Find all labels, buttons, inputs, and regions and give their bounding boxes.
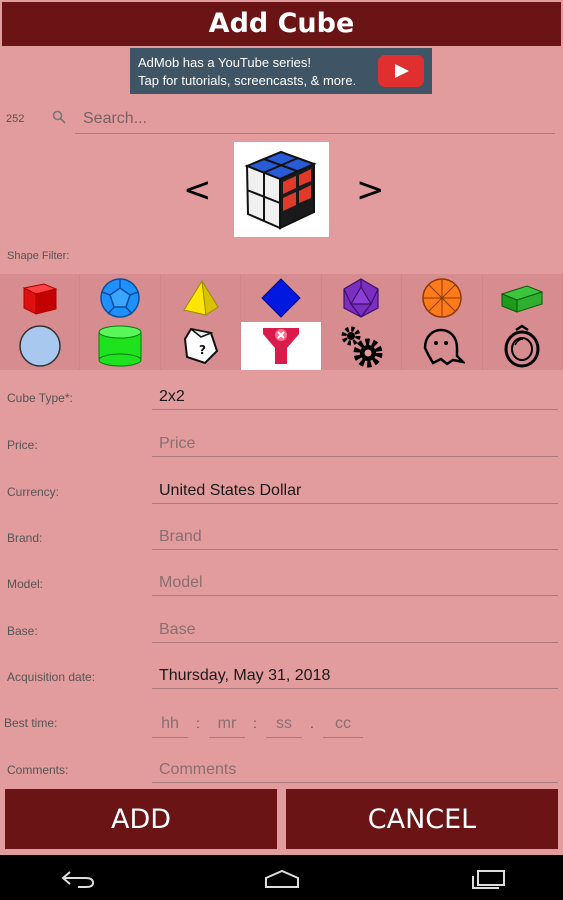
next-cube-button[interactable]: > <box>356 170 385 210</box>
best-time-centiseconds-field[interactable]: cc <box>323 713 363 738</box>
back-icon[interactable] <box>60 869 96 889</box>
2x2-cube-icon <box>244 150 317 230</box>
dodecahedron-blue-icon <box>100 278 140 318</box>
currency-field[interactable]: United States Dollar <box>152 478 558 504</box>
best-time-sep-1: : <box>196 715 200 731</box>
ball-orange-icon <box>422 278 462 318</box>
search-icon <box>52 110 66 124</box>
irregular-puzzle-icon: ? <box>183 327 218 365</box>
octahedron-blue-icon <box>261 278 301 318</box>
gears-icon <box>341 326 383 368</box>
model-label: Model: <box>7 577 44 591</box>
shape-filter-ghost[interactable] <box>402 322 483 370</box>
shape-filter-sphere[interactable] <box>0 322 81 370</box>
shape-filter-irregular[interactable]: ? <box>161 322 242 370</box>
prev-cube-button[interactable]: < <box>183 170 212 210</box>
cube-type-field[interactable]: 2x2 <box>152 384 558 410</box>
ring-icon <box>504 324 540 368</box>
best-time-minutes-field[interactable]: mr <box>209 713 245 738</box>
brand-label: Brand: <box>7 531 43 545</box>
shape-filter-gears[interactable] <box>322 322 403 370</box>
home-icon[interactable] <box>263 869 301 889</box>
tetrahedron-yellow-icon <box>182 279 219 316</box>
cube-count: 252 <box>6 113 25 125</box>
shape-filter-label: Shape Filter: <box>7 250 70 262</box>
best-time-hours-field[interactable]: hh <box>152 713 188 738</box>
cube-type-label: Cube Type*: <box>7 391 73 405</box>
recent-apps-icon[interactable] <box>470 869 506 889</box>
ghost-icon <box>423 328 465 366</box>
currency-label: Currency: <box>7 485 60 499</box>
best-time-seconds-field[interactable]: ss <box>266 713 302 738</box>
add-button[interactable]: ADD <box>5 789 277 849</box>
shape-filter-megaminx-axis[interactable] <box>241 322 322 370</box>
cube-red-icon <box>22 283 58 315</box>
cylinder-green-icon <box>98 325 142 367</box>
cuboid-green-icon <box>500 285 544 313</box>
ad-line-2: Tap for tutorials, screencasts, & more. <box>138 73 357 88</box>
shape-filter-cube[interactable] <box>0 274 81 322</box>
shape-filter-octahedron[interactable] <box>241 274 322 322</box>
price-label: Price: <box>7 438 38 452</box>
shape-filter-tetrahedron[interactable] <box>161 274 242 322</box>
base-field[interactable]: Base <box>152 617 558 643</box>
best-time-sep-3: . <box>310 715 314 731</box>
ad-banner[interactable]: AdMob has a YouTube series! Tap for tuto… <box>130 48 432 94</box>
cube-image[interactable] <box>234 142 329 237</box>
acquisition-date-field[interactable]: Thursday, May 31, 2018 <box>152 663 558 689</box>
base-label: Base: <box>7 624 38 638</box>
shape-filter-icosahedron[interactable] <box>322 274 403 322</box>
acquisition-date-label: Acquisition date: <box>7 670 96 684</box>
shape-filter-cylinder[interactable] <box>80 322 161 370</box>
youtube-play-icon[interactable] <box>378 55 424 87</box>
cancel-button[interactable]: CANCEL <box>286 789 558 849</box>
comments-field[interactable]: Comments <box>152 757 558 783</box>
best-time-sep-2: : <box>253 715 257 731</box>
model-field[interactable]: Model <box>152 570 558 596</box>
brand-field[interactable]: Brand <box>152 524 558 550</box>
svg-text:?: ? <box>199 343 206 357</box>
ad-line-1: AdMob has a YouTube series! <box>138 55 311 70</box>
price-field[interactable]: Price <box>152 431 558 457</box>
megaminx-axis-icon <box>262 328 299 364</box>
comments-label: Comments: <box>7 763 69 777</box>
best-time-label: Best time: <box>4 716 58 730</box>
icosahedron-purple-icon <box>343 278 379 318</box>
shape-filter-ball[interactable] <box>402 274 483 322</box>
shape-filter-ring[interactable] <box>483 322 563 370</box>
shape-filter-cuboid[interactable] <box>483 274 563 322</box>
page-title: Add Cube <box>2 2 561 46</box>
shape-filter-grid: ? <box>0 274 563 370</box>
search-input[interactable]: Search... <box>75 106 555 134</box>
sphere-blue-icon <box>18 325 61 367</box>
shape-filter-dodecahedron[interactable] <box>80 274 161 322</box>
system-nav-bar <box>0 855 563 900</box>
